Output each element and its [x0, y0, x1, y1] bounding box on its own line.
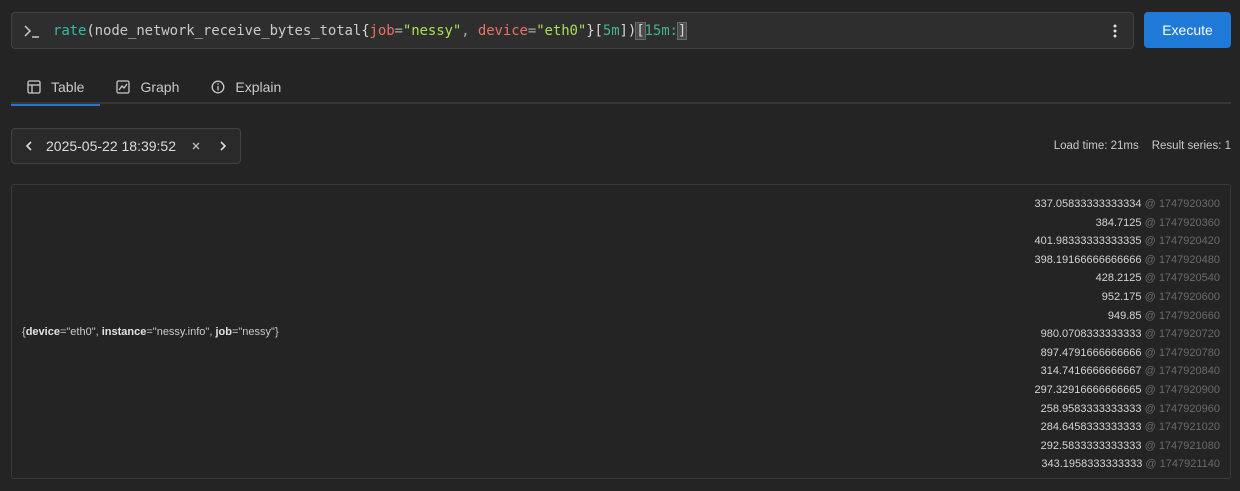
- sample-row: 292.5833333333333 @ 1747921080: [1034, 437, 1220, 456]
- graph-icon: [116, 80, 131, 94]
- result-table: {device="eth0", instance="nessy.info", j…: [11, 184, 1231, 479]
- sample-timestamp: @ 1747920840: [1144, 365, 1220, 378]
- table-icon: [27, 80, 41, 94]
- load-time: Load time: 21ms: [1053, 140, 1139, 152]
- sample-value: 292.5833333333333: [1040, 439, 1142, 452]
- sample-value: 952.175: [1101, 290, 1142, 303]
- sample-row: 980.0708333333333 @ 1747920720: [1034, 325, 1220, 344]
- query-label-value: "eth0": [536, 22, 587, 39]
- sample-values: 337.05833333333334 @ 1747920300 384.7125…: [1034, 195, 1220, 474]
- tab-explain[interactable]: Explain: [195, 70, 297, 104]
- sample-timestamp: @ 1747920780: [1144, 346, 1220, 359]
- sample-timestamp: @ 1747920720: [1144, 328, 1220, 341]
- label-value: "eth0": [66, 325, 96, 338]
- query-range: 5m: [602, 22, 620, 39]
- sample-timestamp: @ 1747920660: [1144, 309, 1220, 322]
- query-function: rate: [53, 22, 87, 39]
- tab-label: Graph: [140, 79, 180, 95]
- sample-timestamp: @ 1747921140: [1145, 458, 1220, 471]
- sample-value: 949.85: [1107, 309, 1142, 322]
- query-label-key: job: [369, 22, 395, 39]
- sample-row: 384.7125 @ 1747920360: [1034, 214, 1220, 233]
- info-icon: [211, 80, 225, 94]
- sample-timestamp: @ 1747920540: [1144, 272, 1220, 285]
- chevron-right-icon[interactable]: [206, 129, 240, 163]
- sample-value: 398.19166666666666: [1034, 253, 1142, 266]
- evaluation-time-picker: 2025-05-22 18:39:52: [11, 128, 241, 164]
- query-metric: node_network_receive_bytes_total: [94, 22, 362, 39]
- sample-timestamp: @ 1747920600: [1144, 290, 1220, 303]
- sample-value: 258.9583333333333: [1040, 402, 1142, 415]
- sample-timestamp: @ 1747921020: [1144, 421, 1220, 434]
- query-subquery: 15m:: [644, 22, 678, 39]
- sample-row: 258.9583333333333 @ 1747920960: [1034, 400, 1220, 419]
- series-labels: {device="eth0", instance="nessy.info", j…: [22, 325, 279, 338]
- tab-label: Table: [51, 79, 85, 95]
- sample-row: 343.1958333333333 @ 1747921140: [1034, 455, 1220, 474]
- sample-row: 284.6458333333333 @ 1747921020: [1034, 418, 1220, 437]
- more-options-icon[interactable]: [1105, 21, 1125, 41]
- sample-row: 897.4791666666666 @ 1747920780: [1034, 344, 1220, 363]
- query-label-key: device: [477, 22, 528, 39]
- sample-value: 343.1958333333333: [1041, 458, 1143, 471]
- sample-row: 949.85 @ 1747920660: [1034, 307, 1220, 326]
- sample-timestamp: @ 1747920300: [1144, 198, 1220, 210]
- label-value: "nessy.info": [152, 325, 210, 338]
- sample-timestamp: @ 1747920960: [1144, 402, 1220, 415]
- result-series-count: Result series: 1: [1151, 140, 1231, 152]
- sample-row: 398.19166666666666 @ 1747920480: [1034, 251, 1220, 270]
- tab-table[interactable]: Table: [11, 70, 101, 106]
- sample-row: 297.32916666666665 @ 1747920900: [1034, 381, 1220, 400]
- terminal-prompt-icon: [12, 12, 52, 49]
- sample-timestamp: @ 1747920900: [1144, 383, 1220, 396]
- chevron-left-icon[interactable]: [12, 129, 46, 163]
- sample-row: 314.7416666666667 @ 1747920840: [1034, 362, 1220, 381]
- sample-value: 297.32916666666665: [1034, 383, 1142, 396]
- sample-row: 337.05833333333334 @ 1747920300: [1034, 195, 1220, 214]
- query-stats: Load time: 21ms Result series: 1: [1054, 140, 1231, 152]
- sample-value: 401.98333333333335: [1034, 235, 1142, 248]
- sample-timestamp: @ 1747920360: [1144, 216, 1220, 229]
- sample-row: 428.2125 @ 1747920540: [1034, 269, 1220, 288]
- tab-graph[interactable]: Graph: [100, 70, 195, 104]
- view-tabs: Table Graph Explain: [11, 70, 1231, 106]
- sample-value: 337.05833333333334: [1034, 198, 1142, 210]
- execute-button[interactable]: Execute: [1144, 12, 1231, 48]
- close-icon[interactable]: [186, 129, 206, 163]
- sample-value: 284.6458333333333: [1040, 421, 1142, 434]
- evaluation-time-value[interactable]: 2025-05-22 18:39:52: [46, 138, 186, 154]
- sample-value: 897.4791666666666: [1040, 346, 1142, 359]
- sample-value: 428.2125: [1095, 272, 1142, 285]
- label-value: "nessy": [238, 325, 275, 338]
- sample-value: 980.0708333333333: [1040, 328, 1142, 341]
- tab-label: Explain: [235, 79, 282, 95]
- query-input[interactable]: rate(node_network_receive_bytes_total{jo…: [11, 12, 1134, 49]
- query-expression[interactable]: rate(node_network_receive_bytes_total{jo…: [53, 21, 688, 40]
- sample-row: 952.175 @ 1747920600: [1034, 288, 1220, 307]
- sample-timestamp: @ 1747921080: [1144, 439, 1220, 452]
- sample-value: 384.7125: [1095, 216, 1142, 229]
- sample-timestamp: @ 1747920480: [1144, 253, 1220, 266]
- query-label-value: "nessy": [402, 22, 462, 39]
- label-key: instance: [101, 325, 147, 338]
- sample-value: 314.7416666666667: [1040, 365, 1142, 378]
- sample-timestamp: @ 1747920420: [1144, 235, 1220, 248]
- sample-row: 401.98333333333335 @ 1747920420: [1034, 232, 1220, 251]
- label-key: device: [25, 325, 60, 338]
- label-key: job: [215, 325, 232, 338]
